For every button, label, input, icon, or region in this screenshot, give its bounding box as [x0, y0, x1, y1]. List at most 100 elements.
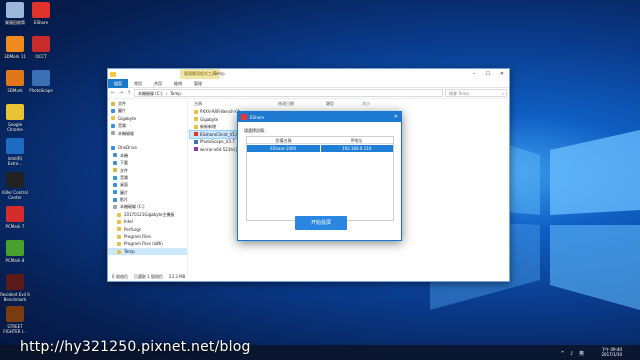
folder-icon [113, 182, 117, 187]
address-input[interactable]: 本機磁碟 (C:) › Temp [134, 89, 443, 97]
folder-icon [111, 101, 115, 106]
nav-item[interactable]: 20170121Gigabyte主機板 [108, 211, 187, 218]
ribbon-tab-file[interactable]: 檔案 [108, 78, 128, 88]
column-size[interactable]: 大小 [362, 100, 392, 108]
nav-item-label: 本機 [120, 152, 128, 158]
desktop-icon[interactable]: STREET FIGHTER I... [0, 306, 30, 334]
status-size: 23.3 MB [168, 274, 186, 279]
desktop-icon[interactable]: Intel(R) Extre... [0, 138, 30, 166]
device-ip: 192.168.0.119 [342, 146, 372, 151]
folder-icon [117, 219, 121, 224]
nav-item-label: Temp [124, 248, 135, 254]
device-row[interactable]: EShare-1000 192.168.0.119 [247, 145, 393, 152]
start-cast-button[interactable]: 开始投屏 [295, 216, 347, 230]
ribbon-tab-share[interactable]: 共用 [148, 79, 168, 88]
desktop-icon[interactable]: EShare [26, 2, 56, 25]
search-input[interactable]: 搜尋 Temp ⌕ [445, 89, 507, 97]
address-bar-row: ← → ↑ 本機磁碟 (C:) › Temp 搜尋 Temp ⌕ [108, 88, 509, 99]
maximize-icon[interactable]: ☐ [481, 69, 495, 79]
nav-item[interactable]: 音樂 [108, 174, 187, 181]
nav-item[interactable]: 桌面 [108, 181, 187, 188]
close-icon[interactable]: ✕ [495, 69, 509, 79]
navigation-pane: 文件 圖片 Gigabyte 音樂 本機磁碟 OneDrive 本機 下載 文件 音樂 桌面 圖片 影片… [108, 100, 188, 274]
desktop-icon[interactable]: PCMark 7 [0, 206, 30, 229]
desktop-icon[interactable]: Killer Control Center [0, 172, 30, 200]
app-icon [6, 2, 24, 18]
nav-item[interactable]: 本機 [108, 152, 187, 159]
device-prompt: 請選擇設備： [244, 128, 268, 133]
forward-arrow-icon[interactable]: → [118, 90, 124, 96]
nav-item[interactable]: 本機磁碟 (C:) [108, 203, 187, 210]
nav-item[interactable]: PerfLogs [108, 226, 187, 233]
column-name[interactable]: 名稱 [190, 100, 278, 108]
file-icon [194, 139, 198, 144]
nav-item-label: 本機磁碟 [118, 130, 134, 136]
search-placeholder: 搜尋 Temp [449, 91, 469, 96]
app-icon [6, 138, 24, 154]
nav-item-label: 文件 [120, 167, 128, 173]
nav-item-label: 20170121Gigabyte主機板 [124, 211, 175, 217]
column-date[interactable]: 修改日期 [278, 100, 326, 108]
nav-item[interactable]: Program Files (x86) [108, 240, 187, 247]
breadcrumb-drive[interactable]: 本機磁碟 (C:) [138, 90, 163, 96]
eshare-dialog: EShare ✕ 請選擇設備： 設備名稱 IP地址 EShare-1000 19… [237, 111, 402, 241]
up-arrow-icon[interactable]: ↑ [126, 90, 132, 96]
nav-item[interactable]: Intel [108, 218, 187, 225]
file-icon [194, 124, 198, 129]
nav-item-label: 文件 [118, 101, 126, 106]
device-table-header: 設備名稱 IP地址 [247, 137, 393, 144]
desktop-icon-label: Intel(R) Extre... [7, 156, 23, 166]
folder-icon [117, 212, 121, 217]
nav-item[interactable]: 影片 [108, 196, 187, 203]
desktop-icon[interactable]: Resident Evil 6 Benchmark [0, 274, 30, 302]
desktop-icon[interactable]: Google Chrome [0, 104, 30, 132]
nav-item-label: 圖片 [118, 108, 126, 114]
desktop-icon-label: EShare [33, 20, 49, 25]
nav-item-label: Gigabyte [118, 115, 137, 121]
file-name: PhotoScape_V3.7 [200, 139, 235, 144]
nav-item-label: PerfLogs [124, 226, 142, 232]
system-tray[interactable]: ^ ♪ 英 [560, 350, 586, 357]
desktop-icon[interactable]: OCCT [26, 36, 56, 59]
desktop-icon[interactable]: PCMark 8 [0, 240, 30, 263]
app-icon [6, 274, 24, 290]
nav-item[interactable]: 音樂 [108, 122, 187, 129]
clock[interactable]: 下午 09:40 2017/1/30 [601, 347, 622, 357]
nav-item[interactable]: 文件 [108, 100, 187, 107]
folder-icon [111, 109, 115, 114]
nav-item[interactable]: 文件 [108, 167, 187, 174]
folder-icon [111, 146, 115, 151]
ribbon-tab-home[interactable]: 常用 [128, 79, 148, 88]
back-arrow-icon[interactable]: ← [110, 90, 116, 96]
nav-item[interactable]: Temp [108, 247, 187, 256]
desktop-icon[interactable]: PhotoScape [26, 70, 56, 93]
file-name: 新新新增 [200, 124, 216, 129]
nav-item[interactable] [108, 137, 187, 144]
ribbon-tab-manage[interactable]: 管理 [188, 79, 208, 88]
app-icon [6, 306, 24, 322]
folder-icon [113, 197, 117, 202]
close-icon[interactable]: ✕ [394, 113, 398, 121]
nav-item-label: 圖片 [120, 189, 128, 195]
nav-item[interactable]: 圖片 [108, 107, 187, 114]
column-type[interactable]: 類型 [326, 100, 362, 108]
breadcrumb-temp[interactable]: Temp [170, 90, 181, 96]
nav-item[interactable]: 本機磁碟 [108, 130, 187, 137]
folder-icon [117, 234, 121, 239]
nav-item[interactable]: OneDrive [108, 144, 187, 151]
desktop-icon-label: PhotoScape [29, 88, 53, 93]
window-title: Temp [214, 71, 225, 76]
ribbon-tab-view[interactable]: 檢視 [168, 79, 188, 88]
file-name: Gigabyte [200, 116, 219, 122]
app-icon [32, 70, 50, 86]
column-ip: IP地址 [350, 138, 363, 143]
minimize-icon[interactable]: – [467, 69, 481, 79]
nav-item[interactable]: 圖片 [108, 189, 187, 196]
nav-item[interactable]: Program Files [108, 233, 187, 240]
eshare-title-bar: EShare ✕ [238, 112, 401, 122]
nav-item-label: 本機磁碟 (C:) [120, 204, 145, 210]
column-headers: 名稱 修改日期 類型 大小 [190, 100, 509, 108]
nav-item[interactable]: 下載 [108, 159, 187, 166]
eshare-logo-icon [241, 114, 247, 120]
nav-item[interactable]: Gigabyte [108, 115, 187, 122]
